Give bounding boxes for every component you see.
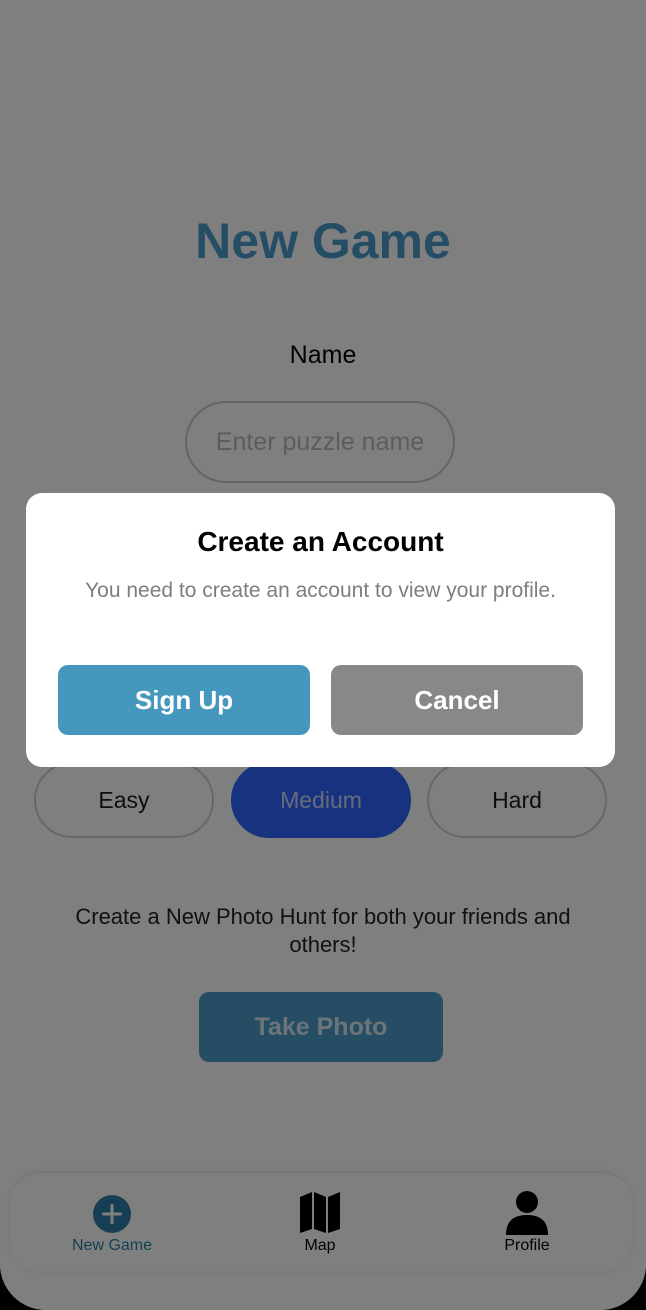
dialog-message: You need to create an account to view yo… — [85, 579, 556, 602]
cancel-button[interactable]: Cancel — [331, 665, 583, 735]
sign-up-button[interactable]: Sign Up — [58, 665, 310, 735]
app-screen: New Game Name Easy Medium Hard Create a … — [0, 0, 646, 1310]
create-account-dialog: Create an Account You need to create an … — [26, 493, 615, 767]
dialog-title: Create an Account — [197, 526, 444, 557]
